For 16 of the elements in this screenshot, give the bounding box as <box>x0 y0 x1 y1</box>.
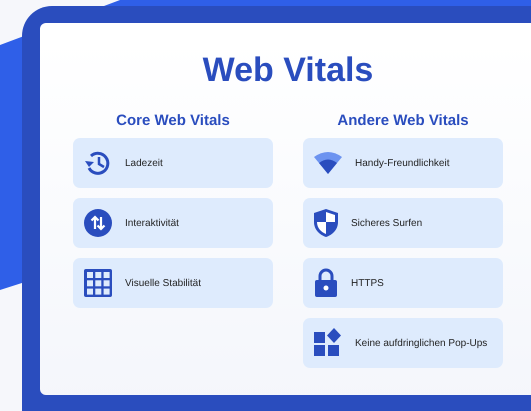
column-heading: Andere Web Vitals <box>336 112 470 130</box>
vital-label: Keine aufdringlichen Pop-Ups <box>355 338 488 348</box>
widgets-icon <box>313 328 343 358</box>
vital-label: Ladezeit <box>125 158 163 168</box>
vital-label: Handy-Freundlichkeit <box>355 158 450 168</box>
vital-label: Sicheres Surfen <box>351 218 422 228</box>
up-down-arrows-icon <box>83 208 113 238</box>
vital-label: Visuelle Stabilität <box>125 278 201 288</box>
grid-icon <box>83 268 113 298</box>
lock-icon <box>313 268 339 298</box>
column-heading: Core Web Vitals <box>115 112 231 130</box>
shield-icon <box>313 208 339 238</box>
vital-label: HTTPS <box>351 278 384 288</box>
vital-label: Interaktivität <box>125 218 179 228</box>
page-title: Web Vitals <box>202 50 374 90</box>
wifi-icon <box>313 151 343 175</box>
